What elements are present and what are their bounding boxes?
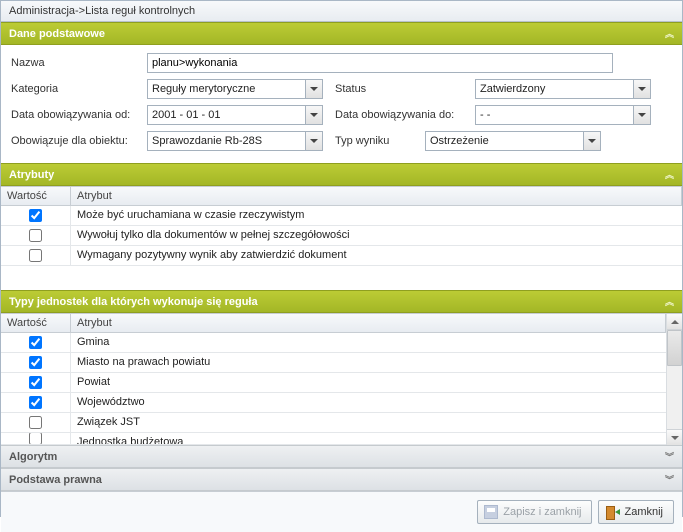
row-checkbox[interactable] (29, 396, 42, 409)
button-label: Zapisz i zamknij (503, 506, 581, 518)
chevron-down-icon: ︾ (665, 473, 674, 486)
close-button[interactable]: Zamknij (598, 500, 674, 524)
label-applies: Obowiązuje dla obiektu: (11, 135, 141, 147)
window-title: Administracja->Lista reguł kontrolnych (1, 1, 682, 22)
section-header-algo[interactable]: Algorytm ︾ (1, 445, 682, 468)
chevron-up-icon: ︽ (665, 295, 674, 308)
scroll-down-icon[interactable] (667, 429, 682, 445)
save-and-close-button: Zapisz i zamknij (477, 500, 592, 524)
cell-value (1, 226, 71, 245)
table-row[interactable]: Gmina (1, 333, 666, 353)
cell-attr: Wymagany pozytywny wynik aby zatwierdzić… (71, 246, 682, 265)
cell-attr: Gmina (71, 333, 666, 352)
cell-attr: Związek JST (71, 413, 666, 432)
chevron-up-icon: ︽ (665, 27, 674, 40)
table-row[interactable]: Miasto na prawach powiatu (1, 353, 666, 373)
grid-empty-area (1, 266, 682, 290)
label-name: Nazwa (11, 57, 141, 69)
scrollbar[interactable] (666, 314, 682, 445)
section-header-basic[interactable]: Dane podstawowe ︽ (1, 22, 682, 45)
category-value: Reguły merytoryczne (148, 80, 305, 98)
row-checkbox[interactable] (29, 249, 42, 262)
chevron-down-icon[interactable] (583, 132, 600, 150)
col-header-attr[interactable]: Atrybut (71, 314, 666, 332)
cell-attr: Powiat (71, 373, 666, 392)
section-header-attrs[interactable]: Atrybuty ︽ (1, 163, 682, 186)
applies-value: Sprawozdanie Rb-28S (148, 132, 305, 150)
category-combo[interactable]: Reguły merytoryczne (147, 79, 323, 99)
cell-value (1, 393, 71, 412)
result-type-value: Ostrzeżenie (426, 132, 583, 150)
cell-value (1, 353, 71, 372)
section-title: Podstawa prawna (9, 474, 102, 486)
name-input[interactable] (147, 53, 613, 73)
col-header-value[interactable]: Wartość (1, 314, 71, 332)
scroll-thumb[interactable] (667, 330, 682, 366)
module-window: Administracja->Lista reguł kontrolnych D… (0, 0, 683, 517)
cell-attr: Wywołuj tylko dla dokumentów w pełnej sz… (71, 226, 682, 245)
section-title: Algorytm (9, 451, 57, 463)
row-checkbox[interactable] (29, 229, 42, 242)
label-valid-from: Data obowiązywania od: (11, 109, 141, 121)
table-row[interactable]: Powiat (1, 373, 666, 393)
table-row[interactable]: Wymagany pozytywny wynik aby zatwierdzić… (1, 246, 682, 266)
cell-attr: Województwo (71, 393, 666, 412)
label-status: Status (329, 83, 469, 95)
col-header-attr[interactable]: Atrybut (71, 187, 682, 205)
section-header-legal[interactable]: Podstawa prawna ︾ (1, 468, 682, 491)
row-checkbox[interactable] (29, 209, 42, 222)
chevron-down-icon: ︾ (665, 450, 674, 463)
row-checkbox[interactable] (29, 433, 42, 445)
table-row[interactable]: Jednostka budżetowa (1, 433, 666, 445)
cell-value (1, 333, 71, 352)
chevron-down-icon[interactable] (633, 106, 650, 124)
cell-value (1, 373, 71, 392)
label-valid-to: Data obowiązywania do: (329, 109, 469, 121)
attrs-grid: Wartość Atrybut Może być uruchamiana w c… (1, 186, 682, 290)
valid-to-date[interactable]: - - (475, 105, 651, 125)
col-header-value[interactable]: Wartość (1, 187, 71, 205)
label-result-type: Typ wyniku (329, 135, 419, 147)
valid-to-value: - - (476, 106, 633, 124)
cell-attr: Miasto na prawach powiatu (71, 353, 666, 372)
status-combo[interactable]: Zatwierdzony (475, 79, 651, 99)
section-title: Typy jednostek dla których wykonuje się … (9, 296, 258, 308)
section-header-units[interactable]: Typy jednostek dla których wykonuje się … (1, 290, 682, 313)
applies-combo[interactable]: Sprawozdanie Rb-28S (147, 131, 323, 151)
table-row[interactable]: Województwo (1, 393, 666, 413)
status-value: Zatwierdzony (476, 80, 633, 98)
result-type-combo[interactable]: Ostrzeżenie (425, 131, 601, 151)
section-title: Dane podstawowe (9, 28, 105, 40)
label-category: Kategoria (11, 83, 141, 95)
button-label: Zamknij (624, 506, 663, 518)
chevron-up-icon: ︽ (665, 168, 674, 181)
units-grid: Wartość Atrybut GminaMiasto na prawach p… (1, 313, 682, 445)
cell-value (1, 246, 71, 265)
scroll-track-area[interactable] (667, 366, 682, 429)
button-bar: Zapisz i zamknij Zamknij (1, 491, 682, 532)
table-row[interactable]: Związek JST (1, 413, 666, 433)
cell-value (1, 206, 71, 225)
grid-header: Wartość Atrybut (1, 187, 682, 206)
chevron-down-icon[interactable] (305, 80, 322, 98)
chevron-down-icon[interactable] (305, 106, 322, 124)
scroll-up-icon[interactable] (667, 314, 682, 330)
row-checkbox[interactable] (29, 376, 42, 389)
valid-from-date[interactable]: 2001 - 01 - 01 (147, 105, 323, 125)
row-checkbox[interactable] (29, 416, 42, 429)
row-checkbox[interactable] (29, 336, 42, 349)
table-row[interactable]: Może być uruchamiana w czasie rzeczywist… (1, 206, 682, 226)
table-row[interactable]: Wywołuj tylko dla dokumentów w pełnej sz… (1, 226, 682, 246)
row-checkbox[interactable] (29, 356, 42, 369)
grid-header: Wartość Atrybut (1, 314, 666, 333)
cell-attr: Może być uruchamiana w czasie rzeczywist… (71, 206, 682, 225)
cell-value (1, 413, 71, 432)
cell-attr: Jednostka budżetowa (71, 433, 666, 444)
section-body-basic: Nazwa Kategoria Reguły merytoryczne Stat… (1, 45, 682, 163)
valid-from-value: 2001 - 01 - 01 (148, 106, 305, 124)
chevron-down-icon[interactable] (305, 132, 322, 150)
section-title: Atrybuty (9, 169, 54, 181)
cell-value (1, 433, 71, 444)
chevron-down-icon[interactable] (633, 80, 650, 98)
